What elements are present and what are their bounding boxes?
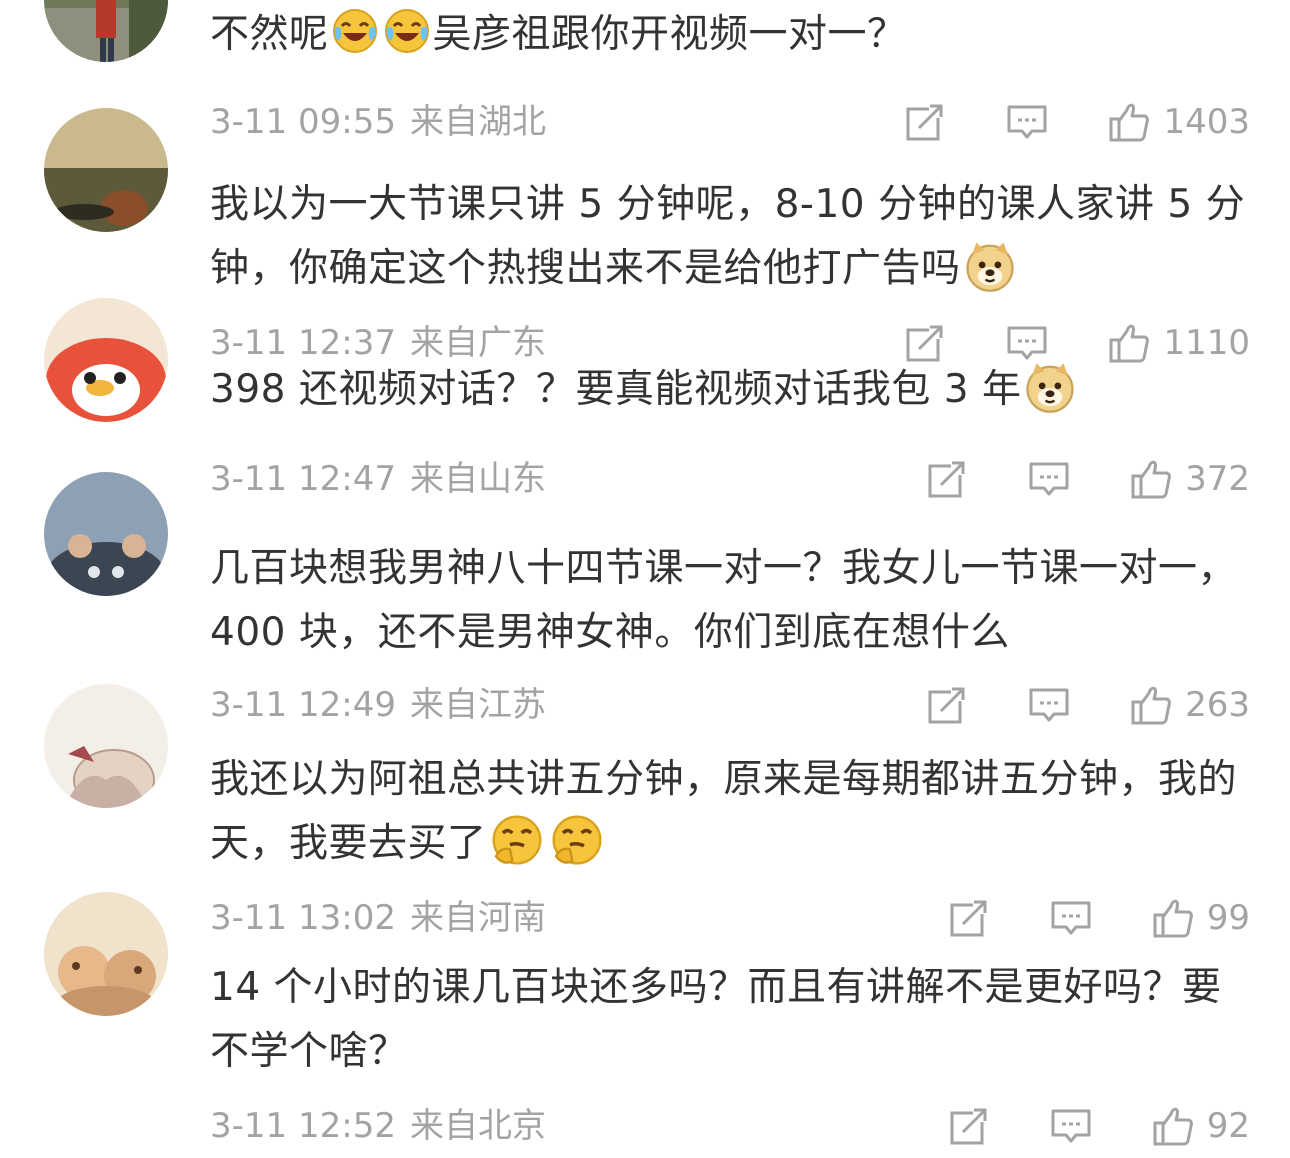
comment-time: 3-11 12:47 (210, 459, 396, 499)
comment-region: 来自北京 (409, 1106, 546, 1146)
doge-emoji (1023, 360, 1077, 414)
comment-region: 来自湖北 (409, 102, 546, 142)
avatar[interactable] (44, 892, 168, 1016)
comment-time: 3-11 12:49 (210, 685, 396, 725)
comment-region: 来自江苏 (409, 685, 546, 725)
thumbs-up-icon[interactable] (1107, 100, 1151, 144)
comment-meta: 3-11 09:55 来自湖北 1403 (210, 98, 1250, 146)
laugh-cry-emoji (383, 7, 431, 55)
reply-icon[interactable] (1005, 100, 1049, 144)
comment-actions: 263 (925, 681, 1250, 729)
share-icon[interactable] (903, 100, 947, 144)
comment-meta: 3-11 12:47 来自山东 372 (210, 455, 1250, 503)
comment-actions: 372 (925, 455, 1250, 503)
comment-region: 来自河南 (409, 898, 546, 938)
avatar[interactable] (44, 472, 168, 596)
comment-time: 3-11 12:52 (210, 1106, 396, 1146)
like-count: 99 (1206, 898, 1250, 938)
comment-text: 不然呢 吴彦祖跟你开视频一对一？ (210, 3, 1250, 67)
avatar[interactable] (44, 684, 168, 808)
comment-text-part: 不然呢 (210, 12, 329, 57)
thinking-emoji (549, 812, 605, 868)
share-icon[interactable] (925, 457, 969, 501)
like-count: 372 (1185, 459, 1250, 499)
share-icon[interactable] (947, 1104, 991, 1148)
avatar[interactable] (44, 298, 168, 422)
comment-text-part: 我还以为阿祖总共讲五分钟，原来是每期都讲五分钟，我的天，我要去买了 (210, 757, 1238, 866)
comment-text: 14 个小时的课几百块还多吗？而且有讲解不是更好吗？要不学个啥？ (210, 956, 1250, 1084)
reply-icon[interactable] (1049, 896, 1093, 940)
thumbs-up-icon[interactable] (1151, 896, 1195, 940)
comment-text: 我以为一大节课只讲 5 分钟呢，8-10 分钟的课人家讲 5 分钟，你确定这个热… (210, 173, 1250, 301)
comment-text: 几百块想我男神八十四节课一对一？我女儿一节课一对一，400 块，还不是男神女神。… (210, 537, 1250, 665)
comment-text-part: 398 还视频对话？？要真能视频对话我包 3 年 (210, 367, 1022, 412)
thumbs-up-icon[interactable] (1129, 457, 1173, 501)
laugh-cry-emoji (331, 7, 379, 55)
reply-icon[interactable] (1027, 683, 1071, 727)
comment-text-part: 我以为一大节课只讲 5 分钟呢，8-10 分钟的课人家讲 5 分钟，你确定这个热… (210, 182, 1246, 291)
comment-time: 3-11 13:02 (210, 898, 396, 938)
share-icon[interactable] (947, 896, 991, 940)
comment-actions: 92 (947, 1102, 1250, 1150)
comment-meta: 3-11 12:49 来自江苏 263 (210, 681, 1250, 729)
comment-text-part: 吴彦祖跟你开视频一对一？ (432, 12, 907, 57)
doge-emoji (963, 239, 1017, 293)
comment-actions: 1403 (903, 98, 1250, 146)
share-icon[interactable] (925, 683, 969, 727)
comment-meta: 3-11 12:52 来自北京 92 (210, 1102, 1250, 1150)
comment-region: 来自山东 (409, 459, 546, 499)
avatar[interactable] (44, 0, 168, 62)
comment-time: 3-11 09:55 (210, 102, 396, 142)
comment-actions: 99 (947, 894, 1250, 942)
thumbs-up-icon[interactable] (1151, 1104, 1195, 1148)
thinking-emoji (489, 812, 545, 868)
reply-icon[interactable] (1027, 457, 1071, 501)
comment-text: 398 还视频对话？？要真能视频对话我包 3 年 (210, 358, 1250, 422)
avatar[interactable] (44, 108, 168, 232)
like-count: 92 (1206, 1106, 1250, 1146)
thumbs-up-icon[interactable] (1129, 683, 1173, 727)
like-count: 263 (1185, 685, 1250, 725)
comment-text-part: 几百块想我男神八十四节课一对一？我女儿一节课一对一，400 块，还不是男神女神。… (210, 546, 1238, 655)
comment-text-part: 14 个小时的课几百块还多吗？而且有讲解不是更好吗？要不学个啥？ (210, 965, 1222, 1074)
reply-icon[interactable] (1049, 1104, 1093, 1148)
comment-meta: 3-11 13:02 来自河南 99 (210, 894, 1250, 942)
comment-text: 我还以为阿祖总共讲五分钟，原来是每期都讲五分钟，我的天，我要去买了 (210, 748, 1250, 876)
like-count: 1403 (1163, 102, 1250, 142)
